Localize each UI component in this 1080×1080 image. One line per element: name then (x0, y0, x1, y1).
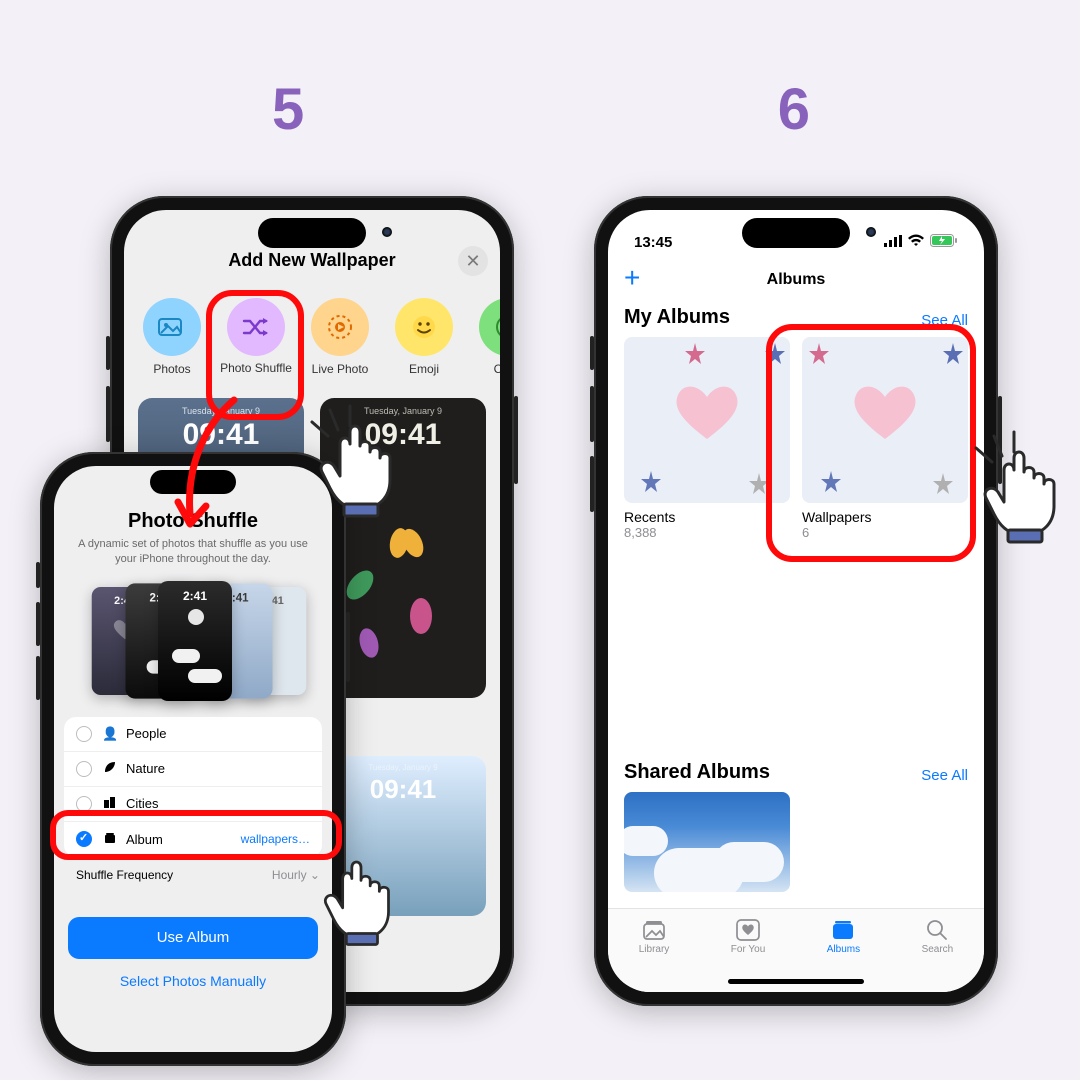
row-value: wallpapers… (241, 832, 310, 846)
shuffle-frequency-row[interactable]: Shuffle Frequency Hourly ⌄ (54, 857, 332, 893)
tap-hand-icon (306, 840, 416, 950)
status-time: 13:45 (634, 234, 672, 251)
see-all-link[interactable]: See All (921, 312, 968, 329)
album-name: Recents (624, 509, 790, 525)
radio-unchecked-icon (76, 726, 92, 742)
wifi-icon (907, 234, 925, 251)
library-icon (641, 919, 667, 941)
step-number-5: 5 (272, 76, 304, 143)
shuffle-source-list: 👤 People Nature Cities (64, 717, 322, 857)
album-stack-icon (102, 831, 118, 848)
album-count: 8,388 (624, 525, 790, 540)
section-header-shared: Shared Albums See All (608, 755, 984, 792)
tab-search[interactable]: Search (922, 919, 954, 955)
select-photos-manually-link[interactable]: Select Photos Manually (54, 973, 332, 989)
album-thumbnail (802, 337, 968, 503)
phone-photos-albums: 13:45 + Albums My Albums See All (594, 196, 998, 1006)
heart-square-icon (735, 919, 761, 941)
source-row-people[interactable]: 👤 People (64, 717, 322, 752)
my-albums-row: Recents 8,388 Wallpapers 6 (608, 337, 984, 540)
home-indicator[interactable] (728, 979, 864, 984)
nav-title: Albums (767, 271, 826, 289)
shared-album-thumbnail[interactable] (624, 792, 790, 892)
row-label: Album (126, 832, 163, 847)
shuffle-preview-stack: 2:41 2:41 2:41 2:41 2:41 (88, 581, 298, 701)
albums-icon (830, 919, 856, 941)
album-name: Wallpapers (802, 509, 968, 525)
person-icon: 👤 (102, 726, 118, 742)
source-row-cities[interactable]: Cities (64, 787, 322, 822)
link-label: Select Photos Manually (120, 973, 266, 989)
section-title: My Albums (624, 306, 730, 329)
emoji-icon (395, 298, 453, 356)
source-row-nature[interactable]: Nature (64, 752, 322, 787)
album-recents[interactable]: Recents 8,388 (624, 337, 790, 540)
cellular-icon (884, 234, 902, 251)
category-color[interactable]: Color (470, 298, 500, 376)
color-palette-icon (479, 298, 500, 356)
radio-unchecked-icon (76, 761, 92, 777)
row-label: Cities (126, 796, 159, 811)
add-button[interactable]: + (624, 262, 640, 294)
album-wallpapers[interactable]: Wallpapers 6 (802, 337, 968, 540)
category-live-photo[interactable]: Live Photo (302, 298, 378, 376)
category-label: Photos (134, 362, 210, 376)
category-label: Emoji (386, 362, 462, 376)
nav-bar: + Albums (608, 260, 984, 300)
live-photo-icon (311, 298, 369, 356)
row-label: Shuffle Frequency (76, 868, 173, 882)
leaf-icon (102, 760, 118, 777)
category-label: Live Photo (302, 362, 378, 376)
category-label: Photo Shuffle (218, 362, 294, 376)
category-emoji[interactable]: Emoji (386, 298, 462, 376)
close-button[interactable]: ✕ (458, 246, 488, 276)
search-icon (924, 919, 950, 941)
step-number-6: 6 (778, 76, 810, 143)
tab-label: Search (922, 944, 954, 955)
buildings-icon (102, 795, 118, 812)
sheet-title: Add New Wallpaper (228, 250, 395, 271)
album-thumbnail (624, 337, 790, 503)
tab-label: Library (639, 944, 670, 955)
tap-hand-icon (964, 428, 1080, 548)
tap-hand-icon (300, 402, 420, 522)
tab-albums[interactable]: Albums (827, 919, 860, 955)
radio-unchecked-icon (76, 796, 92, 812)
see-all-link[interactable]: See All (921, 767, 968, 784)
shuffle-icon (227, 298, 285, 356)
section-title: Shared Albums (624, 761, 770, 784)
category-photo-shuffle[interactable]: Photo Shuffle (218, 298, 294, 376)
wallpaper-category-row: Photos Photo Shuffle Live Photo Emoji (124, 298, 500, 376)
button-label: Use Album (157, 929, 230, 946)
row-label: People (126, 726, 166, 741)
radio-checked-icon (76, 831, 92, 847)
photos-icon (143, 298, 201, 356)
source-row-album[interactable]: Album wallpapers… (64, 822, 322, 857)
tab-library[interactable]: Library (639, 919, 670, 955)
tab-label: Albums (827, 944, 860, 955)
arrow-icon (168, 392, 258, 542)
tab-for-you[interactable]: For You (731, 919, 765, 955)
close-icon: ✕ (465, 251, 480, 272)
album-count: 6 (802, 525, 968, 540)
use-album-button[interactable]: Use Album (68, 917, 318, 959)
section-header-my-albums: My Albums See All (608, 300, 984, 337)
category-label: Color (470, 362, 500, 376)
tab-label: For You (731, 944, 765, 955)
preview-time: 2:41 (158, 589, 232, 603)
phone-photo-shuffle-sheet: Photo Shuffle A dynamic set of photos th… (40, 452, 346, 1066)
battery-charging-icon (930, 234, 958, 251)
row-label: Nature (126, 761, 165, 776)
category-photos[interactable]: Photos (134, 298, 210, 376)
